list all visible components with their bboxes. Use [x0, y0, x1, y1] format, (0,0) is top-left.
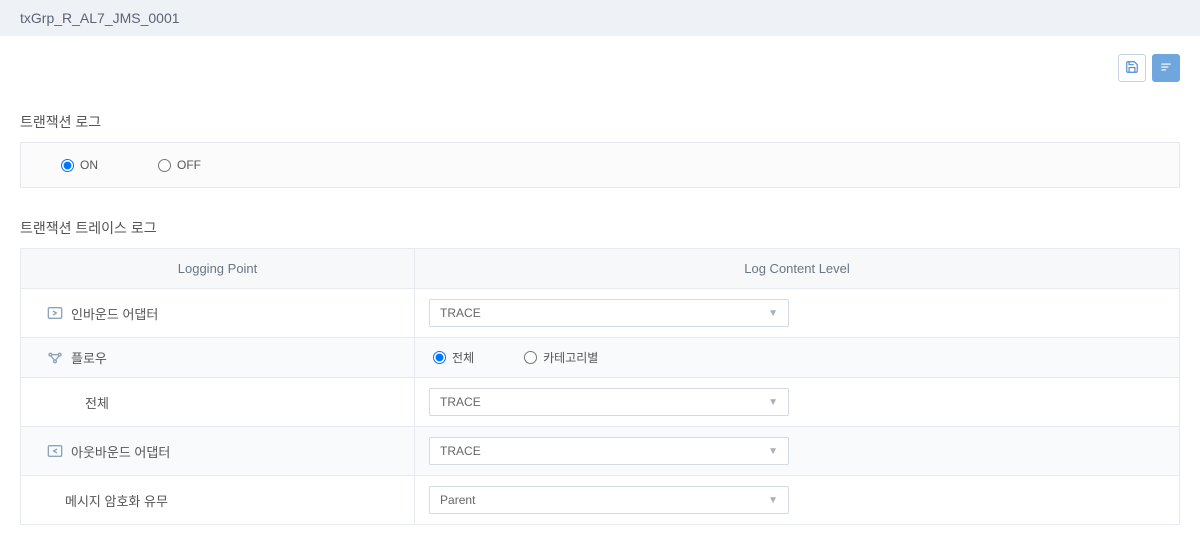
save-button[interactable]: [1118, 54, 1146, 82]
inbound-level-select[interactable]: TRACE ▼: [429, 299, 789, 327]
outbound-adapter-icon: [47, 443, 63, 459]
flow-category-radio[interactable]: [524, 351, 537, 364]
txlog-panel: ON OFF: [20, 142, 1180, 188]
page-title: txGrp_R_AL7_JMS_0001: [20, 10, 180, 26]
flow-category-radio-label: 카테고리별: [543, 349, 598, 366]
inbound-adapter-label: 인바운드 어댑터: [71, 304, 158, 323]
list-icon: [1159, 60, 1173, 77]
chevron-down-icon: ▼: [768, 308, 778, 319]
flow-label: 플로우: [71, 348, 107, 367]
list-button[interactable]: [1152, 54, 1180, 82]
txlog-off-radio[interactable]: [158, 159, 171, 172]
table-row: 전체 TRACE ▼: [21, 378, 1180, 427]
outbound-adapter-label: 아웃바운드 어댑터: [71, 442, 170, 461]
flow-all-label: 전체: [85, 393, 109, 412]
flow-all-level-value: TRACE: [440, 395, 481, 409]
flow-all-level-select[interactable]: TRACE ▼: [429, 388, 789, 416]
table-row: 메시지 암호화 유무 Parent ▼: [21, 476, 1180, 525]
txlog-off-label: OFF: [177, 158, 201, 172]
section-trace-title: 트랜잭션 트레이스 로그: [20, 218, 1180, 238]
toolbar: [0, 36, 1200, 82]
txlog-on-label: ON: [80, 158, 98, 172]
encrypt-value: Parent: [440, 493, 475, 507]
flow-all-radio[interactable]: [433, 351, 446, 364]
flow-all-radio-label: 전체: [452, 349, 474, 366]
inbound-level-value: TRACE: [440, 306, 481, 320]
outbound-level-select[interactable]: TRACE ▼: [429, 437, 789, 465]
outbound-level-value: TRACE: [440, 444, 481, 458]
table-row: 인바운드 어댑터 TRACE ▼: [21, 289, 1180, 338]
txlog-on-radio[interactable]: [61, 159, 74, 172]
trace-table: Logging Point Log Content Level 인바운드 어댑터: [20, 248, 1180, 525]
page-header: txGrp_R_AL7_JMS_0001: [0, 0, 1200, 36]
encrypt-label: 메시지 암호화 유무: [65, 491, 168, 510]
save-icon: [1125, 60, 1139, 77]
encrypt-select[interactable]: Parent ▼: [429, 486, 789, 514]
chevron-down-icon: ▼: [768, 397, 778, 408]
table-row: 아웃바운드 어댑터 TRACE ▼: [21, 427, 1180, 476]
col-logging-point: Logging Point: [21, 249, 415, 289]
inbound-adapter-icon: [47, 305, 63, 321]
chevron-down-icon: ▼: [768, 446, 778, 457]
col-log-level: Log Content Level: [415, 249, 1180, 289]
table-row: 플로우 전체 카테고리별: [21, 338, 1180, 378]
chevron-down-icon: ▼: [768, 495, 778, 506]
section-txlog-title: 트랜잭션 로그: [20, 112, 1180, 132]
flow-icon: [47, 350, 63, 366]
